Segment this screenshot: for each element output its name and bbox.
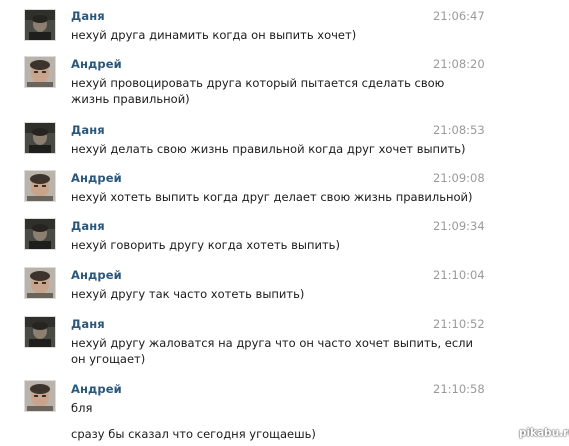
message-text: нехуй делать свою жизнь правильной когда… bbox=[71, 142, 466, 156]
message-text: бля bbox=[71, 401, 93, 415]
message-text: нехуй говорить другу когда хотеть выпить… bbox=[71, 238, 340, 252]
message-time: 21:10:58 bbox=[433, 382, 485, 396]
message-time: 21:09:34 bbox=[433, 219, 485, 233]
message-text: он угощает) bbox=[71, 352, 146, 366]
message-time: 21:08:53 bbox=[433, 123, 485, 137]
message-author[interactable]: Андрей bbox=[71, 57, 122, 71]
message-time: 21:10:04 bbox=[433, 268, 485, 282]
message-author[interactable]: Даня bbox=[71, 219, 105, 233]
message-author[interactable]: Даня bbox=[71, 9, 105, 23]
message-text: нехуй другу жаловатся на друга что он ча… bbox=[71, 336, 474, 350]
message-text: нехуй провоцировать друга который пытает… bbox=[71, 76, 445, 90]
message-time: 21:08:20 bbox=[433, 57, 485, 71]
avatar-dark-icon[interactable] bbox=[24, 316, 56, 348]
message-text: нехуй другу так часто хотеть выпить) bbox=[71, 287, 305, 301]
avatar-light-icon[interactable] bbox=[24, 56, 56, 88]
message-author[interactable]: Даня bbox=[71, 123, 105, 137]
avatar-dark-icon[interactable] bbox=[24, 218, 56, 250]
message-text: сразу бы сказал что сегодня угощаешь) bbox=[71, 427, 316, 441]
avatar-light-icon[interactable] bbox=[24, 170, 56, 202]
message-text: нехуй друга динамить когда он выпить хоч… bbox=[71, 28, 357, 42]
message-time: 21:06:47 bbox=[433, 9, 485, 23]
message-text: жизнь правильной) bbox=[71, 92, 190, 106]
avatar-dark-icon[interactable] bbox=[24, 122, 56, 154]
message-text: нехуй хотеть выпить когда друг делает св… bbox=[71, 190, 473, 204]
message-author[interactable]: Даня bbox=[71, 317, 105, 331]
message-time: 21:10:52 bbox=[433, 317, 485, 331]
pikabu-watermark: pikabu.ru bbox=[519, 427, 569, 439]
message-author[interactable]: Андрей bbox=[71, 382, 122, 396]
avatar-light-icon[interactable] bbox=[24, 267, 56, 299]
avatar-dark-icon[interactable] bbox=[24, 9, 56, 41]
avatar-light-icon[interactable] bbox=[24, 380, 56, 412]
message-author[interactable]: Андрей bbox=[71, 171, 122, 185]
message-author[interactable]: Андрей bbox=[71, 268, 122, 282]
message-time: 21:09:08 bbox=[433, 171, 485, 185]
